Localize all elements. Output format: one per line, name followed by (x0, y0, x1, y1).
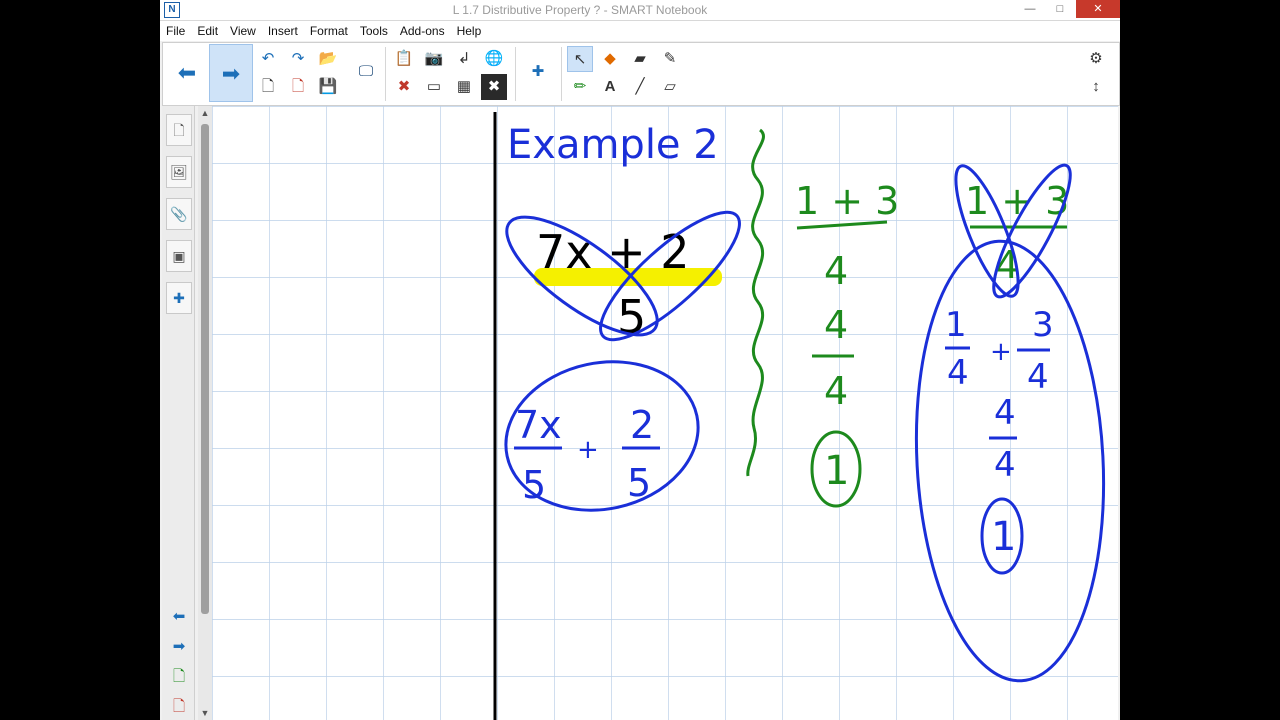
previous-page-icon[interactable]: ⬅ (168, 606, 190, 628)
toolbar: ⬅ ➡ ↶ ↷ 📂 🗋 🗋 💾 🖵 📋 📷 ↲ 🌐 ✖ ▭ ▦ ✖ ✚ ↖ ◆ … (162, 42, 1120, 106)
middle-d2: 4 (824, 369, 848, 413)
new-page-icon[interactable]: 🗋 (255, 74, 281, 100)
right-b-numerator: 3 (1032, 305, 1054, 345)
menu-view[interactable]: View (224, 21, 262, 41)
split-d1: 5 (522, 463, 546, 507)
right-c-denominator: 4 (994, 445, 1016, 485)
menu-bar: File Edit View Insert Format Tools Add-ons Help (160, 21, 1120, 41)
menu-file[interactable]: File (160, 21, 191, 41)
whiteboard-canvas[interactable]: Example 2 7x + 2 5 7x 5 + 2 5 1 + 3 4 4 (212, 106, 1118, 720)
screen-capture-icon[interactable]: 📷 (421, 46, 447, 72)
share-icon[interactable]: 🌐 (481, 46, 507, 72)
document-camera-icon[interactable]: ↲ (451, 46, 477, 72)
text-icon[interactable]: A (597, 74, 623, 100)
menu-insert[interactable]: Insert (262, 21, 304, 41)
delete-icon[interactable]: ✖ (391, 74, 417, 100)
right-n0: 1 + 3 (965, 179, 1069, 223)
right-plus: + (990, 337, 1012, 367)
forward-arrow-icon[interactable]: ➡ (209, 44, 253, 102)
undo-icon[interactable]: ↶ (255, 46, 281, 72)
back-arrow-icon[interactable]: ⬅ (165, 44, 209, 102)
split-d2: 5 (627, 461, 651, 505)
middle-d1: 4 (824, 249, 848, 293)
redo-icon[interactable]: ↷ (285, 46, 311, 72)
right-result: 1 (991, 514, 1016, 560)
pens-icon[interactable]: ✏ (567, 74, 593, 100)
middle-result: 1 (824, 448, 849, 494)
table-icon[interactable]: ▦ (451, 74, 477, 100)
close-button[interactable]: ✕ (1076, 0, 1120, 18)
scroll-down-icon[interactable]: ▼ (198, 708, 212, 718)
right-a-numerator: 1 (945, 305, 967, 345)
menu-help[interactable]: Help (451, 21, 488, 41)
gear-icon[interactable]: ⚙ (1083, 46, 1109, 72)
properties-icon[interactable]: ▣ (166, 240, 192, 272)
scroll-thumb[interactable] (201, 124, 209, 614)
full-screen-icon[interactable]: ✖ (481, 74, 507, 100)
menu-addons[interactable]: Add-ons (394, 21, 451, 41)
smart-notebook-window: N L 1.7 Distributive Property ? - SMART … (160, 0, 1120, 720)
scroll-up-icon[interactable]: ▲ (198, 108, 212, 118)
addons-icon[interactable]: ✚ (525, 59, 551, 85)
attachments-icon[interactable]: 📎 (166, 198, 192, 230)
heading-text: Example 2 (507, 122, 719, 168)
add-page-icon[interactable]: 🗋 (168, 666, 190, 688)
delete-page-icon[interactable]: 🗋 (168, 696, 190, 718)
line-icon[interactable]: ╱ (627, 74, 653, 100)
split-n2: 2 (630, 403, 654, 447)
screen-shade-icon[interactable]: 🖵 (353, 59, 379, 85)
right-c-numerator: 4 (994, 393, 1016, 433)
right-a-denominator: 4 (947, 353, 969, 393)
display-icon[interactable]: ▭ (421, 74, 447, 100)
window-title: L 1.7 Distributive Property ? - SMART No… (452, 3, 708, 17)
menu-format[interactable]: Format (304, 21, 354, 41)
minimize-button[interactable]: — (1016, 0, 1044, 18)
save-icon[interactable]: 💾 (315, 74, 341, 100)
gallery-icon[interactable]: 🖼 (166, 156, 192, 188)
eraser-icon[interactable]: ▰ (627, 46, 653, 72)
shape-icon[interactable]: ▱ (657, 74, 683, 100)
next-page-icon[interactable]: ➡ (168, 636, 190, 658)
right-b-denominator: 4 (1027, 357, 1049, 397)
menu-edit[interactable]: Edit (191, 21, 224, 41)
menu-tools[interactable]: Tools (354, 21, 394, 41)
split-plus: + (577, 435, 599, 465)
fill-icon[interactable]: ◆ (597, 46, 623, 72)
maximize-button[interactable]: □ (1046, 0, 1074, 18)
addons-icon[interactable]: ✚ (166, 282, 192, 314)
magic-pen-icon[interactable]: ✎ (657, 46, 683, 72)
expression-numerator: 7x + 2 (536, 225, 690, 279)
side-tabs: 🗋 🖼 📎 ▣ ✚ ⬅ ➡ 🗋 🗋 (162, 106, 195, 720)
page-sorter-icon[interactable]: 🗋 (166, 114, 192, 146)
select-pointer-icon[interactable]: ↖ (567, 46, 593, 72)
canvas-scrollbar[interactable]: ▲ ▼ (198, 106, 212, 720)
middle-n2: 4 (824, 303, 848, 347)
delete-page-icon[interactable]: 🗋 (285, 74, 311, 100)
middle-n1: 1 + 3 (795, 179, 899, 223)
paste-icon[interactable]: 📋 (391, 46, 417, 72)
whiteboard-drawing: Example 2 7x + 2 5 7x 5 + 2 5 1 + 3 4 4 (212, 106, 1118, 720)
open-file-icon[interactable]: 📂 (315, 46, 341, 72)
split-n1: 7x (515, 403, 562, 447)
title-bar: N L 1.7 Distributive Property ? - SMART … (160, 0, 1120, 21)
toolbar-move-icon[interactable]: ↕ (1083, 74, 1109, 100)
